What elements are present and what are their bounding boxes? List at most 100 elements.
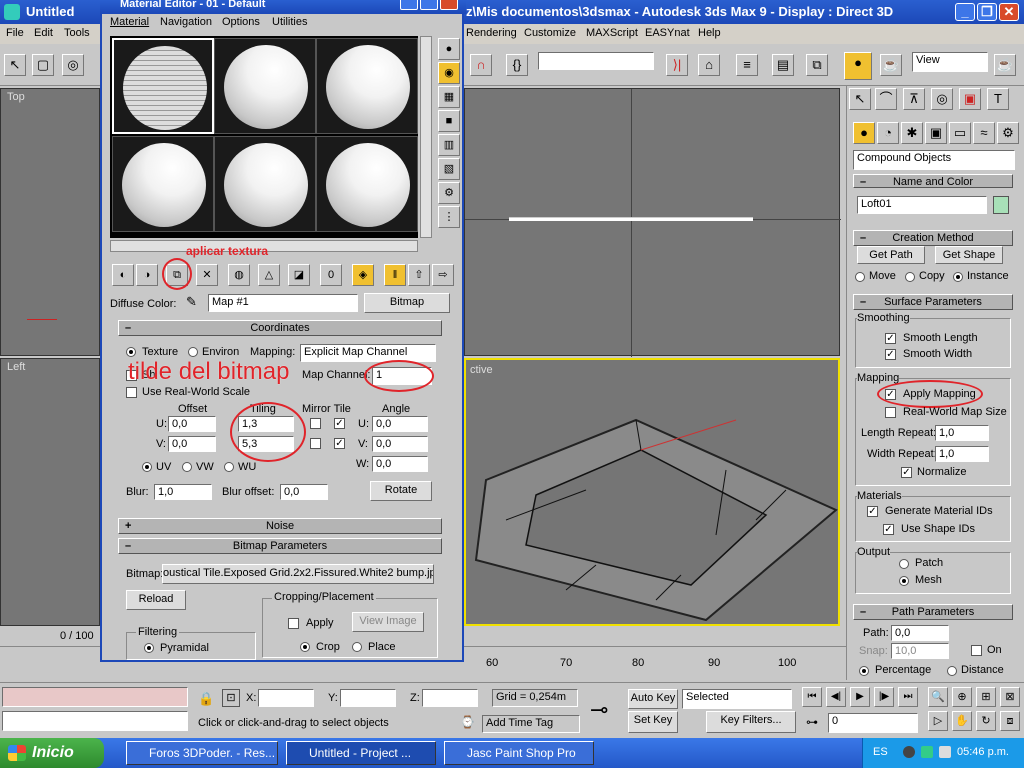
v-mirror-checkbox[interactable] — [310, 438, 321, 449]
bitmap-path-button[interactable]: oustical Tile.Exposed Grid.2x2.Fissured.… — [162, 564, 434, 584]
named-selection-select[interactable] — [538, 52, 654, 70]
sample-slot-1[interactable] — [112, 38, 214, 134]
real-world-checkbox[interactable] — [126, 387, 137, 398]
lights-icon[interactable]: ✱ — [901, 122, 923, 144]
maxscript-listener-pink[interactable] — [2, 687, 188, 707]
w-angle-field[interactable]: 0,0 — [372, 456, 428, 472]
material-editor-icon[interactable]: ● — [844, 52, 872, 80]
get-material-icon[interactable]: ◐ — [112, 264, 134, 286]
me-menu-utilities[interactable]: Utilities — [272, 16, 307, 28]
shapes-icon[interactable]: ◔ — [877, 122, 899, 144]
reset-map-icon[interactable]: ✕ — [196, 264, 218, 286]
creation-method-rollout[interactable]: – Creation Method — [853, 230, 1013, 246]
auto-key-button[interactable]: Auto Key — [628, 689, 678, 709]
patch-radio[interactable] — [899, 559, 909, 569]
crop-radio[interactable] — [300, 642, 310, 652]
v-angle-field[interactable]: 0,0 — [372, 436, 428, 452]
distance-radio[interactable] — [947, 666, 957, 676]
viewport-perspective[interactable]: ctive — [464, 358, 840, 626]
selected-select[interactable]: Selected — [682, 689, 792, 709]
reload-button[interactable]: Reload — [126, 590, 186, 610]
u-offset-field[interactable]: 0,0 — [168, 416, 216, 432]
v-offset-field[interactable]: 0,0 — [168, 436, 216, 452]
me-maximize-button[interactable] — [420, 0, 438, 10]
tray-app-icon[interactable] — [903, 746, 915, 758]
cameras-icon[interactable]: ▣ — [925, 122, 947, 144]
backlight-icon[interactable]: ◉ — [438, 62, 460, 84]
schematic-icon[interactable]: ⧉ — [806, 54, 828, 76]
object-color-swatch[interactable] — [993, 196, 1009, 214]
put-to-library-icon[interactable]: △ — [258, 264, 280, 286]
set-key-icon[interactable]: ⊸ — [590, 697, 608, 723]
undo-magnet-icon[interactable]: ∩ — [470, 54, 492, 76]
orbit-icon[interactable]: ↻ — [976, 711, 996, 731]
bitmap-rollout-header[interactable]: – Bitmap Parameters — [118, 538, 442, 554]
time-tag-icon[interactable]: ⌚ — [460, 715, 475, 729]
snap-field[interactable]: 10,0 — [891, 643, 949, 659]
align-icon[interactable]: ⌂ — [698, 54, 720, 76]
coordinates-rollout-header[interactable]: – Coordinates — [118, 320, 442, 336]
object-name-field[interactable]: Loft01 — [857, 196, 987, 214]
name-color-rollout[interactable]: – Name and Color — [853, 174, 1013, 188]
uv-radio[interactable] — [142, 462, 152, 472]
maximize-button[interactable]: ❐ — [977, 3, 997, 21]
curve-editor-icon[interactable]: ▤ — [772, 54, 794, 76]
menu-edit[interactable]: Edit — [34, 27, 53, 39]
absolute-mode-icon[interactable]: ⊡ — [222, 689, 240, 707]
menu-file[interactable]: File — [6, 27, 24, 39]
viewport-left[interactable]: Left — [0, 358, 100, 626]
map-name-field[interactable]: Map #1 — [208, 294, 358, 312]
viewport-top-right[interactable] — [464, 88, 841, 357]
utilities-tab-icon[interactable]: T — [987, 88, 1009, 110]
play-icon[interactable]: ▶ — [850, 687, 870, 707]
create-tab-icon[interactable]: ↖ — [849, 88, 871, 110]
smooth-width-checkbox[interactable]: ✓ — [885, 349, 896, 360]
noise-rollout-header[interactable]: + Noise — [118, 518, 442, 534]
current-frame-field[interactable]: 0 — [828, 713, 918, 733]
motion-tab-icon[interactable]: ◎ — [931, 88, 953, 110]
texture-radio[interactable] — [126, 347, 136, 357]
goto-end-icon[interactable]: ⏭ — [898, 687, 918, 707]
named-selection-icon[interactable]: {} — [506, 54, 528, 76]
menu-customize[interactable]: Customize — [524, 27, 576, 39]
add-time-tag[interactable]: Add Time Tag — [482, 715, 580, 733]
smooth-length-checkbox[interactable]: ✓ — [885, 333, 896, 344]
window-crossing-icon[interactable]: ◎ — [62, 54, 84, 76]
menu-tools[interactable]: Tools — [64, 27, 90, 39]
wu-radio[interactable] — [224, 462, 234, 472]
blur-offset-field[interactable]: 0,0 — [280, 484, 328, 500]
mesh-radio[interactable] — [899, 576, 909, 586]
show-end-result-icon[interactable]: ‖ — [384, 264, 406, 286]
environ-radio[interactable] — [188, 347, 198, 357]
menu-maxscript[interactable]: MAXScript — [586, 27, 638, 39]
u-mirror-checkbox[interactable] — [310, 418, 321, 429]
view-image-button[interactable]: View Image — [352, 612, 424, 632]
set-key-button[interactable]: Set Key — [628, 711, 678, 733]
make-preview-icon[interactable]: ▧ — [438, 158, 460, 180]
material-effects-icon[interactable]: ◪ — [288, 264, 310, 286]
place-radio[interactable] — [352, 642, 362, 652]
surface-params-rollout[interactable]: – Surface Parameters — [853, 294, 1013, 310]
me-minimize-button[interactable] — [400, 0, 418, 10]
get-shape-button[interactable]: Get Shape — [935, 246, 1003, 264]
use-shape-ids-checkbox[interactable]: ✓ — [883, 524, 894, 535]
mapping-select[interactable]: Explicit Map Channel — [300, 344, 436, 362]
render-scene-icon[interactable]: ☕ — [880, 54, 902, 76]
snap-on-checkbox[interactable] — [971, 645, 982, 656]
select-arrow-icon[interactable]: ↖ — [4, 54, 26, 76]
quick-render-icon[interactable]: ☕ — [994, 54, 1016, 76]
display-tab-icon[interactable]: ▣ — [959, 88, 981, 110]
slot-vscrollbar[interactable] — [420, 36, 432, 238]
menu-rendering[interactable]: Rendering — [466, 27, 517, 39]
material-id-icon[interactable]: 0 — [320, 264, 342, 286]
u-tile-checkbox[interactable]: ✓ — [334, 418, 345, 429]
menu-help[interactable]: Help — [698, 27, 721, 39]
tray-network-icon[interactable] — [921, 746, 933, 758]
background-icon[interactable]: ▦ — [438, 86, 460, 108]
helpers-icon[interactable]: ▭ — [949, 122, 971, 144]
mirror-icon[interactable]: ⟩| — [666, 54, 688, 76]
real-world-map-checkbox[interactable] — [885, 407, 896, 418]
category-select[interactable]: Compound Objects — [853, 150, 1015, 170]
pyramidal-radio[interactable] — [144, 643, 154, 653]
options-icon[interactable]: ⚙ — [438, 182, 460, 204]
